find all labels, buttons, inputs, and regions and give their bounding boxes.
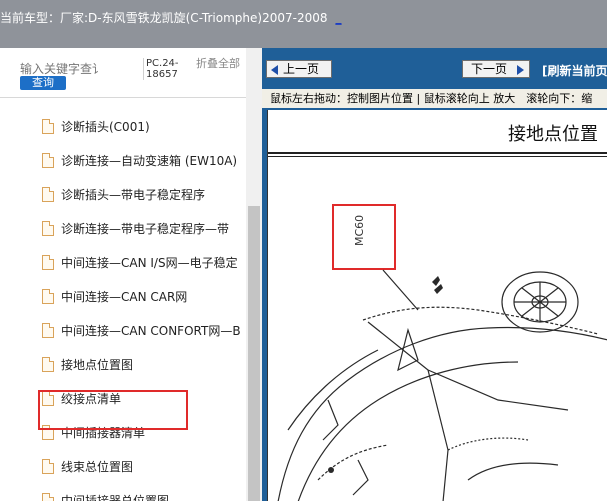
- document-icon: [42, 221, 54, 236]
- tree-item[interactable]: 中间连接—CAN CONFORT网—B: [42, 321, 246, 341]
- search-bar: 查询 PC.24-18657 折叠全部: [0, 48, 262, 98]
- document-icon: [42, 255, 54, 270]
- document-icon: [42, 357, 54, 372]
- document-title: 接地点位置: [508, 124, 598, 145]
- pc-code: PC.24-18657: [143, 58, 191, 80]
- keyword-input[interactable]: [20, 61, 138, 77]
- selection-highlight: [38, 390, 188, 430]
- tree-item[interactable]: 诊断连接—带电子稳定程序—带: [42, 219, 246, 239]
- tree-item[interactable]: 中间连接—CAN CAR网: [42, 287, 246, 307]
- document-icon: [42, 459, 54, 474]
- prev-page-button[interactable]: 上一页: [266, 60, 332, 78]
- title-rule-thin: [268, 156, 607, 157]
- tree-item[interactable]: 中间插接器总位置图: [42, 491, 246, 501]
- car-wiring-drawing: [277, 269, 607, 501]
- left-panel: 查询 PC.24-18657 折叠全部 诊断插头(C001) 诊断连接—自动变速…: [0, 48, 262, 501]
- document-tree: 诊断插头(C001) 诊断连接—自动变速箱 (EW10A) 诊断插头—带电子稳定…: [0, 110, 246, 501]
- document-icon: [42, 323, 54, 338]
- viewer-panel: 上一页 下一页 [刷新当前页 鼠标左右拖动：控制图片位置 | 鼠标滚轮向上 放大…: [262, 48, 607, 501]
- tree-scrollbar[interactable]: [246, 48, 262, 501]
- model-link[interactable]: _: [335, 11, 341, 25]
- document-icon: [42, 119, 54, 134]
- viewer-hint: 鼠标左右拖动：控制图片位置 | 鼠标滚轮向上 放大 滚轮向下：缩: [262, 89, 607, 108]
- scrollbar-thumb[interactable]: [248, 206, 260, 501]
- arrow-left-icon: [271, 65, 278, 75]
- refresh-page-link[interactable]: [刷新当前页: [542, 62, 607, 79]
- next-page-button[interactable]: 下一页: [462, 60, 530, 78]
- tree-item[interactable]: 诊断插头—带电子稳定程序: [42, 185, 246, 205]
- tree-item[interactable]: 诊断插头(C001): [42, 117, 246, 137]
- document-icon: [42, 153, 54, 168]
- document-icon: [42, 493, 54, 501]
- tree-item[interactable]: 线束总位置图: [42, 457, 246, 477]
- arrow-right-icon: [517, 65, 524, 75]
- tree-item-selected[interactable]: 接地点位置图: [42, 355, 246, 375]
- tree-item[interactable]: 中间连接—CAN I/S网—电子稳定: [42, 253, 246, 273]
- model-value: 厂家:D-东风雪铁龙凯旋(C-Triomphe)2007-2008: [60, 11, 328, 25]
- current-model: 当前车型：厂家:D-东风雪铁龙凯旋(C-Triomphe)2007-2008 _: [0, 9, 341, 26]
- document-icon: [42, 187, 54, 202]
- title-rule: [268, 152, 607, 154]
- fold-all-link[interactable]: 折叠全部: [196, 58, 240, 69]
- query-button[interactable]: 查询: [20, 76, 66, 90]
- model-label: 当前车型：: [0, 11, 61, 25]
- top-bar: 当前车型：厂家:D-东风雪铁龙凯旋(C-Triomphe)2007-2008 _: [0, 0, 607, 48]
- tree-item[interactable]: 诊断连接—自动变速箱 (EW10A): [42, 151, 246, 171]
- document-page[interactable]: 接地点位置 MC60: [267, 110, 607, 501]
- document-icon: [42, 289, 54, 304]
